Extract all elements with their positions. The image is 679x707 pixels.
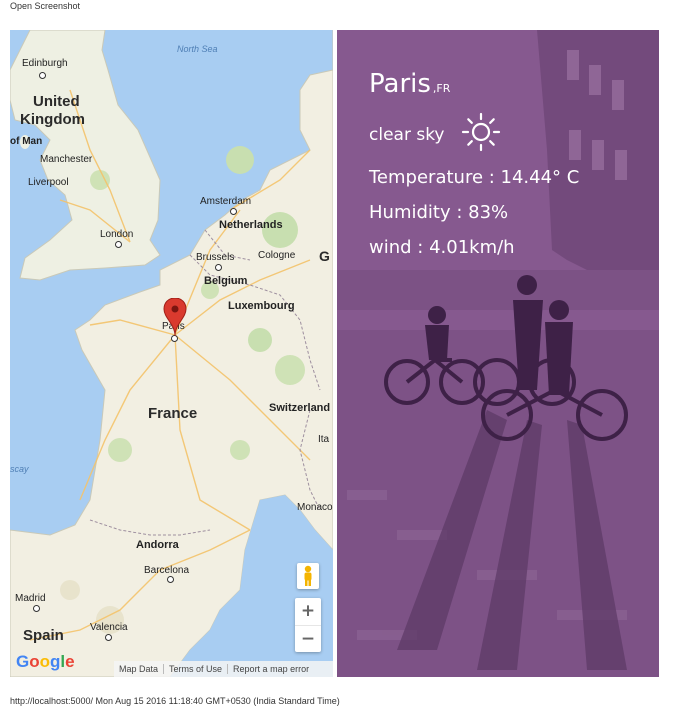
google-logo-letter: g [50,652,61,671]
map-label-cologne: Cologne [258,250,296,261]
map-label-liverpool: Liverpool [28,177,69,188]
map-label-brussels: Brussels [196,252,235,263]
street-view-pegman-icon[interactable] [297,563,319,589]
map-label-spain: Spain [23,627,64,644]
zoom-in-button[interactable]: + [295,598,321,625]
city-dot [33,605,40,612]
map-attribution-bar: Map Data Terms of Use Report a map error [114,661,333,677]
google-logo-letter: G [16,652,30,671]
map-label-barcelona: Barcelona [144,565,190,576]
map-label-kingdom: Kingdom [20,111,85,128]
map-label-isle-of-man: of Man [10,136,43,147]
map-label-united: United [33,93,80,110]
google-logo-letter: e [65,652,75,671]
map-label-andorra: Andorra [136,539,179,551]
map-panel[interactable]: North Sea Edinburgh United Kingdom of Ma… [10,30,333,677]
map-label-amsterdam: Amsterdam [200,196,252,207]
city-dot [230,208,237,215]
map-label-monaco: Monaco [297,502,333,513]
map-marker-icon[interactable] [163,297,187,338]
map-label-belgium: Belgium [204,275,248,287]
status-footer: http://localhost:5000/ Mon Aug 15 2016 1… [10,696,340,706]
weather-city: Paris ,FR [369,69,450,99]
country-code: ,FR [432,82,451,95]
map-data-link[interactable]: Map Data [114,664,163,674]
google-logo-letter: o [29,652,40,671]
weather-description: clear sky [369,125,445,145]
city-dot [167,576,174,583]
temperature-text: Temperature : 14.44° C [369,167,580,188]
humidity-text: Humidity : 83% [369,202,509,223]
city-dot [115,241,122,248]
page-header-title: Open Screenshot [10,1,81,11]
map-label-italy-fragment: Ita [318,434,330,445]
city-dot [215,264,222,271]
city-dot [39,72,46,79]
map-label-manchester: Manchester [40,154,93,165]
page: Open Screenshot North Sea Edinburgh Unit… [0,0,679,707]
map-label-switzerland: Switzerland [269,402,331,414]
map-label-bay-fragment: scay [10,464,29,474]
weather-card: Paris ,FR clear sky Temperature : 14.44° … [337,30,659,677]
map-label-france: France [148,405,198,422]
map-label-netherlands: Netherlands [219,219,283,231]
map-label-north-sea: North Sea [177,44,218,54]
map-label-germany-fragment: G [319,248,330,264]
city-name: Paris [369,69,431,99]
zoom-out-button[interactable]: − [295,625,321,653]
zoom-control: + − [295,598,321,652]
google-logo-letter: o [39,652,51,671]
map-label-edinburgh: Edinburgh [22,58,68,69]
terms-of-use-link[interactable]: Terms of Use [164,664,227,674]
map-label-valencia: Valencia [90,622,128,633]
sun-icon [461,112,501,152]
google-logo[interactable]: Google [16,652,75,672]
wind-text: wind : 4.01km/h [369,237,515,258]
city-dot [105,634,112,641]
map-label-madrid: Madrid [15,593,46,604]
map-label-london: London [100,229,134,240]
map-label-luxembourg: Luxembourg [228,300,295,312]
report-map-error-link[interactable]: Report a map error [228,664,314,674]
